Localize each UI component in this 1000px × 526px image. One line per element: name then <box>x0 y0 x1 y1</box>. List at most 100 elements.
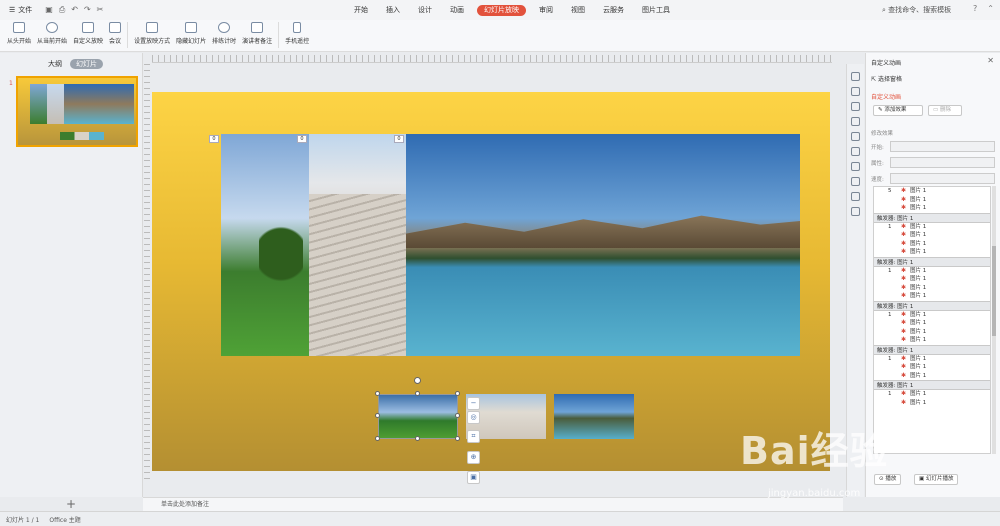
list-item[interactable]: ✱ 图片 1 <box>874 275 990 284</box>
tab-design[interactable]: 设计 <box>409 0 441 20</box>
save-icon[interactable]: ▣ <box>45 5 53 15</box>
rehearse-timing-button[interactable]: 排练计时 <box>209 20 239 45</box>
help-icon[interactable]: ? <box>973 4 977 13</box>
list-item[interactable]: 1 ✱ 图片 1 <box>874 355 990 364</box>
mini-photo-grassland-selected[interactable] <box>378 394 458 439</box>
notes-area[interactable]: 单击此处添加备注 <box>143 497 843 511</box>
resize-handle[interactable] <box>455 436 460 441</box>
play-from-start-button[interactable]: 从头开始 <box>4 20 34 45</box>
history-icon[interactable] <box>851 177 860 186</box>
collapse-icon[interactable]: ⌃ <box>987 4 994 13</box>
speaker-notes-button[interactable]: 演讲者备注 <box>239 20 275 45</box>
play-button[interactable]: ⊙ 播放 <box>874 474 902 485</box>
list-item[interactable]: ✱ 图片 1 <box>874 196 990 205</box>
custom-show-button[interactable]: 自定义放映 <box>70 20 106 45</box>
picture-icon[interactable]: ▣ <box>467 471 480 484</box>
list-item[interactable]: ✱ 图片 1 <box>874 292 990 301</box>
transition-icon[interactable] <box>851 117 860 126</box>
rotate-handle[interactable] <box>414 377 421 384</box>
add-effect-button[interactable]: ✎ 添加效果 <box>873 105 923 116</box>
format-painter-icon[interactable]: ✂ <box>97 5 104 15</box>
list-item[interactable]: ✱ 图片 1 <box>874 372 990 381</box>
slide-thumbnail[interactable] <box>16 76 138 147</box>
meeting-button[interactable]: 会议 <box>106 20 124 45</box>
list-item[interactable]: ✱ 图片 1 <box>874 204 990 213</box>
resize-handle[interactable] <box>415 436 420 441</box>
trigger-header[interactable]: 触发器: 图片 1 <box>874 212 990 223</box>
setup-show-button[interactable]: 设置放映方式 <box>131 20 173 45</box>
command-search[interactable]: ⌕ 查找命令、搜索模板 <box>882 5 951 15</box>
list-item[interactable]: ✱ 图片 1 <box>874 328 990 337</box>
resize-handle[interactable] <box>455 413 460 418</box>
list-item[interactable]: 5 ✱ 图片 1 <box>874 187 990 196</box>
copy-icon[interactable] <box>851 87 860 96</box>
hide-slide-button[interactable]: 隐藏幻灯片 <box>173 20 209 45</box>
resize-handle[interactable] <box>455 391 460 396</box>
star-icon[interactable] <box>851 147 860 156</box>
file-menu-button[interactable]: ☰ 文件 <box>4 3 37 17</box>
print-icon[interactable]: ⎙ <box>59 5 65 15</box>
add-slide-button[interactable]: + <box>66 497 76 511</box>
window-controls: ? ⌃ <box>973 4 994 13</box>
trigger-header[interactable]: 触发器: 图片 1 <box>874 344 990 355</box>
delete-button[interactable]: ▭ 删除 <box>928 105 962 116</box>
resize-handle[interactable] <box>415 391 420 396</box>
apps-icon[interactable] <box>851 207 860 216</box>
resize-handle[interactable] <box>375 391 380 396</box>
tab-view[interactable]: 视图 <box>562 0 594 20</box>
undo-icon[interactable]: ↶ <box>71 5 78 15</box>
list-item[interactable]: ✱ 图片 1 <box>874 231 990 240</box>
list-item[interactable]: ✱ 图片 1 <box>874 284 990 293</box>
redo-icon[interactable]: ↷ <box>84 5 91 15</box>
list-item[interactable]: ✱ 图片 1 <box>874 399 990 408</box>
select-pane-link[interactable]: ⇱ 选择窗格 <box>871 74 902 83</box>
clipboard-icon[interactable] <box>851 132 860 141</box>
resize-handle[interactable] <box>375 436 380 441</box>
crop-icon[interactable]: ⌗ <box>467 430 480 443</box>
tab-animation[interactable]: 动画 <box>441 0 473 20</box>
tab-slideshow[interactable]: 幻灯片放映 <box>477 4 526 16</box>
tab-outline[interactable]: 大纲 <box>48 59 62 69</box>
resize-handle[interactable] <box>375 413 380 418</box>
animation-list[interactable]: 5 ✱ 图片 1 ✱ 图片 1 ✱ 图片 1 触发器: 图片 1 1 ✱ 图片 1 ✱ 图片 … <box>873 186 991 454</box>
start-select[interactable] <box>890 141 995 152</box>
zoom-icon[interactable]: ⊕ <box>467 451 480 464</box>
play-from-current-button[interactable]: 从当前开始 <box>34 20 70 45</box>
layers-icon[interactable] <box>851 162 860 171</box>
slideshow-button[interactable]: ▣ 幻灯片播放 <box>914 474 959 485</box>
trigger-header[interactable]: 触发器: 图片 1 <box>874 300 990 311</box>
shapes-icon[interactable] <box>851 102 860 111</box>
layout-options-icon[interactable]: − <box>467 397 480 410</box>
close-icon[interactable]: ✕ <box>987 56 994 65</box>
trigger-header[interactable]: 触发器: 图片 1 <box>874 256 990 267</box>
list-item[interactable]: 1 ✱ 图片 1 <box>874 311 990 320</box>
speed-select[interactable] <box>890 173 995 184</box>
list-item[interactable]: ✱ 图片 1 <box>874 363 990 372</box>
photo-lake-mountains[interactable] <box>406 134 800 356</box>
scrollbar-thumb[interactable] <box>992 246 996 336</box>
list-item[interactable]: ✱ 图片 1 <box>874 336 990 345</box>
tab-home[interactable]: 开始 <box>345 0 377 20</box>
tab-cloud[interactable]: 云服务 <box>594 0 633 20</box>
tab-insert[interactable]: 插入 <box>377 0 409 20</box>
phone-remote-button[interactable]: 手机遥控 <box>282 20 312 45</box>
list-item[interactable]: 1 ✱ 图片 1 <box>874 390 990 399</box>
trigger-header[interactable]: 触发器: 图片 1 <box>874 380 990 390</box>
help-icon[interactable] <box>851 192 860 201</box>
list-scrollbar[interactable] <box>992 186 996 454</box>
tab-slides[interactable]: 幻灯片 <box>70 59 103 69</box>
list-item[interactable]: ✱ 图片 1 <box>874 248 990 257</box>
list-item[interactable]: ✱ 图片 1 <box>874 319 990 328</box>
animation-icon[interactable] <box>851 72 860 81</box>
mini-photo-lake[interactable] <box>554 394 634 439</box>
property-select[interactable] <box>890 157 995 168</box>
list-item[interactable]: ✱ 图片 1 <box>874 240 990 249</box>
tab-picture-tools[interactable]: 图片工具 <box>633 0 679 20</box>
photo-desert[interactable] <box>309 134 406 356</box>
image-effects-icon[interactable]: ◎ <box>467 411 480 424</box>
list-item[interactable]: 1 ✱ 图片 1 <box>874 223 990 232</box>
tab-review[interactable]: 审阅 <box>530 0 562 20</box>
photo-grassland[interactable] <box>221 134 309 356</box>
play-icon <box>46 22 59 33</box>
list-item[interactable]: 1 ✱ 图片 1 <box>874 267 990 276</box>
